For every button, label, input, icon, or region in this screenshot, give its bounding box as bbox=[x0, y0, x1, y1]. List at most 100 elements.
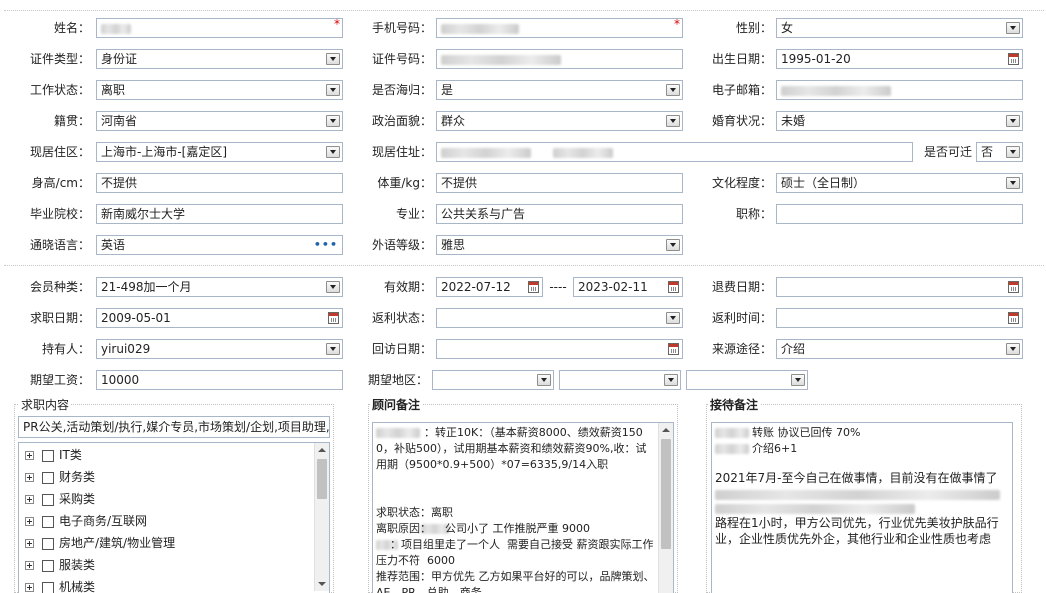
chevron-down-icon[interactable] bbox=[326, 53, 340, 65]
calendar-icon[interactable] bbox=[668, 343, 679, 355]
political-select[interactable]: 群众 bbox=[436, 111, 683, 131]
valid-from-field[interactable]: 2022-07-12 bbox=[436, 277, 543, 297]
chevron-down-icon[interactable] bbox=[666, 239, 680, 251]
residence-value: 上海市-上海市-[嘉定区] bbox=[101, 145, 228, 159]
job-content-summary[interactable]: PR公关,活动策划/执行,媒介专员,市场策划/企划,项目助理, bbox=[18, 416, 330, 438]
chevron-down-icon[interactable] bbox=[1006, 177, 1020, 189]
calendar-icon[interactable] bbox=[528, 281, 539, 293]
expand-icon[interactable] bbox=[25, 473, 34, 482]
region-select-province[interactable] bbox=[432, 370, 554, 390]
calendar-icon[interactable] bbox=[328, 312, 339, 324]
chevron-down-icon[interactable] bbox=[537, 374, 551, 386]
refund-date-field[interactable] bbox=[776, 277, 1023, 297]
checkbox[interactable] bbox=[42, 581, 54, 593]
calendar-icon[interactable] bbox=[1008, 53, 1019, 65]
chevron-down-icon[interactable] bbox=[1006, 22, 1020, 34]
relocate-select[interactable]: 否 bbox=[976, 142, 1023, 162]
education-select[interactable]: 硕士（全日制） bbox=[776, 173, 1023, 193]
workstatus-select[interactable]: 离职 bbox=[96, 80, 343, 100]
residence-select[interactable]: 上海市-上海市-[嘉定区] bbox=[96, 142, 343, 162]
advisor-notes-textarea[interactable]: ：转正10K：（基本薪资8000、绩效薪资1500，补贴500），试用期基本薪资… bbox=[372, 422, 674, 593]
chevron-down-icon[interactable] bbox=[326, 343, 340, 355]
scroll-up-icon[interactable] bbox=[659, 423, 673, 437]
chevron-down-icon[interactable] bbox=[1006, 115, 1020, 127]
chevron-down-icon[interactable] bbox=[326, 115, 340, 127]
jobdate-field[interactable]: 2009-05-01 bbox=[96, 308, 343, 328]
expand-icon[interactable] bbox=[25, 451, 34, 460]
expand-icon[interactable] bbox=[25, 583, 34, 592]
name-field[interactable]: * bbox=[96, 18, 343, 38]
returnee-select[interactable]: 是 bbox=[436, 80, 683, 100]
native-select[interactable]: 河南省 bbox=[96, 111, 343, 131]
chevron-down-icon[interactable] bbox=[664, 374, 678, 386]
phone-field[interactable]: * bbox=[436, 18, 683, 38]
job-category-tree[interactable]: IT类 财务类 采购类 电子商务/互联网 房地产/建筑/物业管理 服装类 机械类 bbox=[18, 442, 330, 593]
scroll-up-icon[interactable] bbox=[315, 443, 329, 457]
expand-icon[interactable] bbox=[25, 539, 34, 548]
marital-select[interactable]: 未婚 bbox=[776, 111, 1023, 131]
chevron-down-icon[interactable] bbox=[326, 146, 340, 158]
chevron-down-icon[interactable] bbox=[666, 84, 680, 96]
idno-field[interactable] bbox=[436, 49, 683, 69]
major-field[interactable]: 公共关系与广告 bbox=[436, 204, 683, 224]
advisor-scrollbar[interactable] bbox=[658, 423, 673, 593]
rebate-time-field[interactable] bbox=[776, 308, 1023, 328]
chevron-down-icon[interactable] bbox=[326, 281, 340, 293]
expand-icon[interactable] bbox=[25, 561, 34, 570]
calendar-icon[interactable] bbox=[1008, 281, 1019, 293]
language-field[interactable]: 英语 ••• bbox=[96, 235, 343, 255]
rebate-status-select[interactable] bbox=[436, 308, 683, 328]
calendar-icon[interactable] bbox=[668, 281, 679, 293]
checkbox[interactable] bbox=[42, 537, 54, 550]
chevron-down-icon[interactable] bbox=[791, 374, 805, 386]
expand-icon[interactable] bbox=[25, 495, 34, 504]
political-label: 政治面貌： bbox=[371, 114, 432, 128]
langlevel-select[interactable]: 雅思 bbox=[436, 235, 683, 255]
tree-item-label: IT类 bbox=[59, 448, 82, 462]
expand-icon[interactable] bbox=[25, 517, 34, 526]
idtype-select[interactable]: 身份证 bbox=[96, 49, 343, 69]
tree-item-label: 房地产/建筑/物业管理 bbox=[59, 536, 176, 550]
member-type-select[interactable]: 21-498加一个月 bbox=[96, 277, 343, 297]
region-select-city[interactable] bbox=[559, 370, 681, 390]
scroll-down-icon[interactable] bbox=[315, 577, 329, 591]
chevron-down-icon[interactable] bbox=[1006, 146, 1020, 158]
chevron-down-icon[interactable] bbox=[666, 115, 680, 127]
tree-item-apparel[interactable]: 服装类 bbox=[25, 556, 95, 574]
tree-item-ecommerce[interactable]: 电子商务/互联网 bbox=[25, 512, 147, 530]
checkbox[interactable] bbox=[42, 515, 54, 528]
region-select-district[interactable] bbox=[686, 370, 808, 390]
revisit-date-field[interactable] bbox=[436, 339, 683, 359]
scroll-thumb[interactable] bbox=[317, 459, 327, 499]
redacted-value bbox=[715, 490, 1000, 500]
checkbox[interactable] bbox=[42, 449, 54, 462]
height-field[interactable]: 不提供 bbox=[96, 173, 343, 193]
checkbox[interactable] bbox=[42, 471, 54, 484]
gender-select[interactable]: 女 bbox=[776, 18, 1023, 38]
more-options-icon[interactable]: ••• bbox=[314, 239, 338, 250]
tree-item-realestate[interactable]: 房地产/建筑/物业管理 bbox=[25, 534, 175, 552]
email-field[interactable] bbox=[776, 80, 1023, 100]
checkbox[interactable] bbox=[42, 493, 54, 506]
reception-notes-textarea[interactable]: 转账 协议已回传 70% 介绍6+1 2021年7月-至今自己在做事情，目前没有… bbox=[711, 422, 1013, 593]
source-select[interactable]: 介绍 bbox=[776, 339, 1023, 359]
holder-select[interactable]: yirui029 bbox=[96, 339, 343, 359]
chevron-down-icon[interactable] bbox=[326, 84, 340, 96]
school-field[interactable]: 新南威尔士大学 bbox=[96, 204, 343, 224]
chevron-down-icon[interactable] bbox=[1006, 343, 1020, 355]
tree-scrollbar[interactable] bbox=[314, 443, 329, 591]
scroll-thumb[interactable] bbox=[661, 439, 671, 549]
valid-to-field[interactable]: 2023-02-11 bbox=[573, 277, 683, 297]
tree-item-finance[interactable]: 财务类 bbox=[25, 468, 95, 486]
chevron-down-icon[interactable] bbox=[666, 312, 680, 324]
tree-item-machinery[interactable]: 机械类 bbox=[25, 578, 95, 593]
weight-field[interactable]: 不提供 bbox=[436, 173, 683, 193]
birth-date-field[interactable]: 1995-01-20 bbox=[776, 49, 1023, 69]
calendar-icon[interactable] bbox=[1008, 312, 1019, 324]
salary-field[interactable]: 10000 bbox=[96, 370, 343, 390]
checkbox[interactable] bbox=[42, 559, 54, 572]
title-field[interactable] bbox=[776, 204, 1023, 224]
tree-item-it[interactable]: IT类 bbox=[25, 446, 82, 464]
address-field[interactable] bbox=[436, 142, 913, 162]
tree-item-purchasing[interactable]: 采购类 bbox=[25, 490, 95, 508]
